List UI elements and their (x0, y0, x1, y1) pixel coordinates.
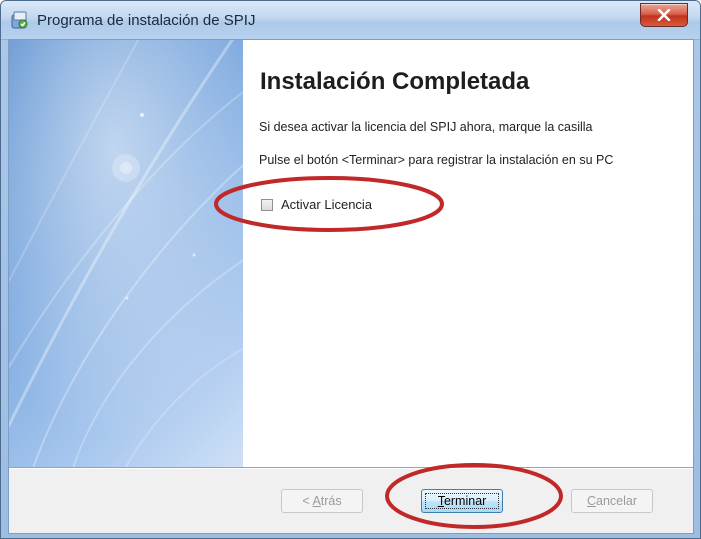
installer-icon (11, 11, 28, 29)
title-bar[interactable]: Programa de instalación de SPIJ (1, 1, 700, 40)
cancel-label-rest: ancelar (596, 494, 638, 508)
content-panel: Instalación Completada Si desea activar … (243, 40, 693, 467)
page-title: Instalación Completada (260, 68, 530, 95)
side-banner-image (9, 40, 243, 467)
button-bar: < Atrás Terminar Cancelar (9, 469, 693, 533)
close-button[interactable] (640, 3, 688, 27)
installer-window: Programa de instalación de SPIJ Instalac… (0, 0, 701, 539)
activate-license-checkbox[interactable] (261, 198, 273, 211)
close-icon (657, 9, 671, 21)
instruction-text-2: Pulse el botón <Terminar> para registrar… (259, 153, 614, 167)
window-title: Programa de instalación de SPIJ (37, 12, 256, 29)
back-mnemonic: A (312, 494, 321, 508)
banner-swirl-graphic (9, 40, 243, 467)
dialog-body: Instalación Completada Si desea activar … (8, 39, 694, 534)
cancel-mnemonic: C (586, 494, 597, 508)
focus-rectangle (425, 493, 499, 509)
cancel-button[interactable]: Cancelar (571, 489, 653, 513)
activate-license-option[interactable]: Activar Licencia (261, 197, 372, 212)
back-prefix: < (302, 494, 313, 508)
instruction-text-1: Si desea activar la licencia del SPIJ ah… (259, 120, 593, 134)
finish-button[interactable]: Terminar (421, 489, 503, 513)
activate-license-label[interactable]: Activar Licencia (281, 197, 372, 212)
back-label-rest: trás (320, 494, 342, 508)
back-button[interactable]: < Atrás (281, 489, 363, 513)
